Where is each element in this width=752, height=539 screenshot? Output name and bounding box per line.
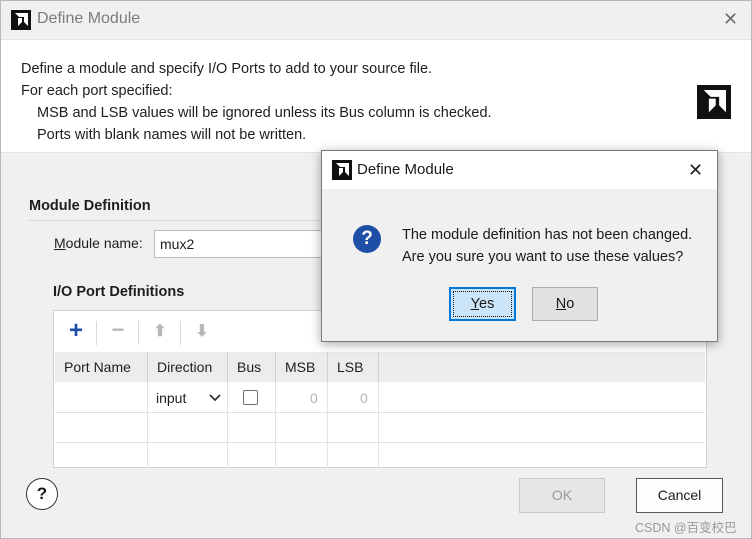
no-button[interactable]: No <box>532 287 598 321</box>
help-button[interactable]: ? <box>26 478 58 510</box>
msb-cell[interactable]: 0 <box>310 390 318 406</box>
description-line-4: Ports with blank names will not be writt… <box>37 127 307 143</box>
yes-button[interactable]: Yes <box>449 287 516 321</box>
row-divider <box>55 412 705 413</box>
column-divider <box>227 382 228 468</box>
chevron-down-icon[interactable] <box>208 390 222 409</box>
amd-logo-icon <box>11 10 31 30</box>
description-line-3: MSB and LSB values will be ignored unles… <box>37 105 492 121</box>
toolbar-separator <box>180 321 181 345</box>
port-name-cell[interactable] <box>60 390 144 410</box>
cancel-button[interactable]: Cancel <box>636 478 723 513</box>
confirm-titlebar: Define Module ✕ <box>322 151 717 189</box>
column-divider <box>378 382 379 468</box>
watermark-text: CSDN @百变校巴 <box>635 521 737 535</box>
row-divider <box>55 442 705 443</box>
header-bus[interactable]: Bus <box>228 352 276 382</box>
module-name-label: Module name: <box>54 235 143 251</box>
window-titlebar: Define Module ✕ <box>1 1 751 38</box>
move-down-icon[interactable]: ⬇ <box>192 322 212 342</box>
focus-ring <box>453 291 512 317</box>
toolbar-separator <box>96 321 97 345</box>
confirm-message-line-1: The module definition has not been chang… <box>402 227 693 243</box>
description-line-1: Define a module and specify I/O Ports to… <box>21 61 433 77</box>
confirm-title: Define Module <box>357 161 454 178</box>
module-name-input[interactable]: mux2 <box>154 230 324 258</box>
header-filler <box>379 352 705 382</box>
close-icon[interactable]: ✕ <box>688 160 703 181</box>
io-port-heading: I/O Port Definitions <box>53 284 185 300</box>
amd-large-logo-icon <box>697 85 731 119</box>
close-icon[interactable]: ✕ <box>723 9 738 30</box>
amd-logo-icon <box>332 160 352 180</box>
remove-port-icon[interactable]: − <box>108 319 128 341</box>
question-icon: ? <box>353 225 381 253</box>
column-divider <box>147 382 148 468</box>
header-msb[interactable]: MSB <box>276 352 328 382</box>
module-definition-heading: Module Definition <box>29 198 151 214</box>
bus-checkbox[interactable] <box>243 390 258 405</box>
toolbar-separator <box>138 321 139 345</box>
confirm-dialog: Define Module ✕ ? The module definition … <box>321 150 718 342</box>
add-port-icon[interactable]: + <box>66 319 86 343</box>
window-title: Define Module <box>37 10 141 27</box>
description-panel: Define a module and specify I/O Ports to… <box>1 39 751 153</box>
move-up-icon[interactable]: ⬆ <box>150 322 170 342</box>
column-divider <box>327 382 328 468</box>
confirm-message-line-2: Are you sure you want to use these value… <box>402 249 684 265</box>
ok-button: OK <box>519 478 605 513</box>
section-divider <box>29 220 329 221</box>
description-line-2: For each port specified: <box>21 83 173 99</box>
header-direction[interactable]: Direction <box>148 352 228 382</box>
lsb-cell[interactable]: 0 <box>360 390 368 406</box>
column-divider <box>275 382 276 468</box>
header-port-name[interactable]: Port Name <box>55 352 148 382</box>
header-lsb[interactable]: LSB <box>328 352 379 382</box>
confirm-body: ? The module definition has not been cha… <box>322 189 717 341</box>
direction-cell[interactable]: input <box>156 390 186 406</box>
